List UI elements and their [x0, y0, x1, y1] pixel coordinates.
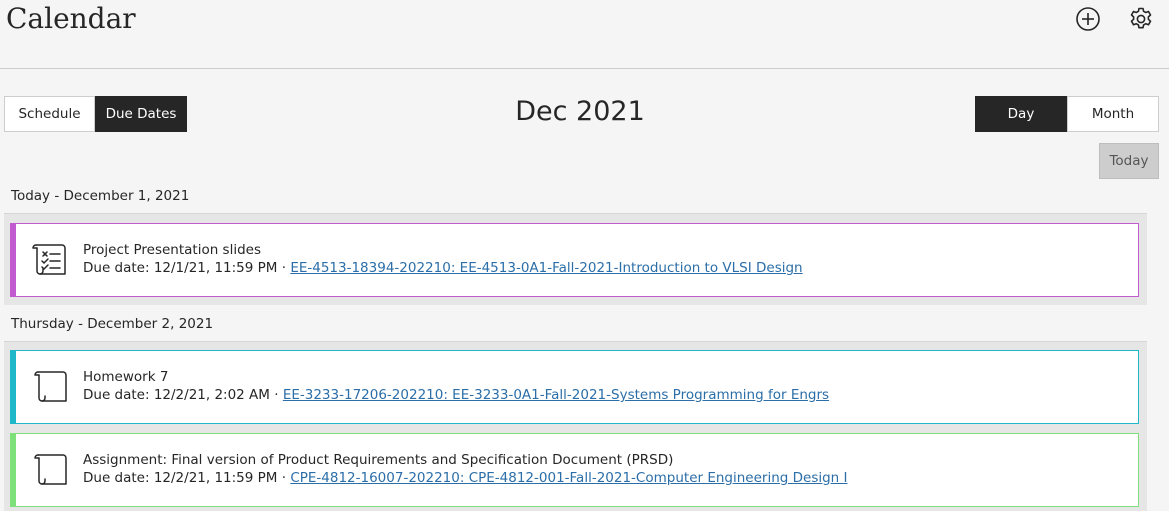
course-link[interactable]: CPE-4812-16007-202210: CPE-4812-001-Fall… — [290, 470, 847, 486]
add-event-button[interactable] — [1075, 6, 1101, 32]
document-scroll-icon — [30, 450, 70, 490]
course-link[interactable]: EE-3233-17206-202210: EE-3233-0A1-Fall-2… — [283, 387, 829, 403]
due-item-homework-7[interactable]: Homework 7 Due date: 12/2/21, 2:02 AM · … — [10, 350, 1139, 424]
due-date-text: Due date: 12/2/21, 2:02 AM · — [83, 387, 283, 403]
due-date-text: Due date: 12/2/21, 11:59 PM · — [83, 470, 291, 486]
document-scroll-icon — [30, 367, 70, 407]
due-item-meta: Due date: 12/2/21, 2:02 AM · EE-3233-172… — [83, 387, 829, 403]
due-dates-tab[interactable]: Due Dates — [95, 96, 187, 132]
due-item-title: Assignment: Final version of Product Req… — [83, 452, 674, 468]
add-circle-icon — [1076, 7, 1100, 31]
current-month-label: Dec 2021 — [515, 96, 645, 127]
settings-button[interactable] — [1128, 6, 1154, 32]
due-item-project-presentation[interactable]: Project Presentation slides Due date: 12… — [10, 223, 1139, 297]
due-item-meta: Due date: 12/1/21, 11:59 PM · EE-4513-18… — [83, 260, 803, 276]
page-title: Calendar — [6, 2, 136, 35]
due-item-prsd-assignment[interactable]: Assignment: Final version of Product Req… — [10, 433, 1139, 507]
checklist-icon — [30, 240, 70, 280]
view-toggle: Schedule Due Dates — [4, 96, 187, 132]
due-item-title: Homework 7 — [83, 369, 169, 385]
gear-icon — [1130, 7, 1152, 29]
month-view-tab[interactable]: Month — [1067, 96, 1159, 132]
today-button[interactable]: Today — [1099, 143, 1159, 179]
day-view-tab[interactable]: Day — [975, 96, 1067, 132]
day-header: Today - December 1, 2021 — [11, 188, 190, 204]
due-item-title: Project Presentation slides — [83, 242, 261, 258]
schedule-tab[interactable]: Schedule — [4, 96, 95, 132]
day-header: Thursday - December 2, 2021 — [11, 316, 214, 332]
course-link[interactable]: EE-4513-18394-202210: EE-4513-0A1-Fall-2… — [290, 260, 802, 276]
due-item-meta: Due date: 12/2/21, 11:59 PM · CPE-4812-1… — [83, 470, 848, 486]
range-toggle: Day Month — [975, 96, 1159, 132]
due-date-text: Due date: 12/1/21, 11:59 PM · — [83, 260, 291, 276]
page-header: Calendar — [0, 0, 1169, 69]
